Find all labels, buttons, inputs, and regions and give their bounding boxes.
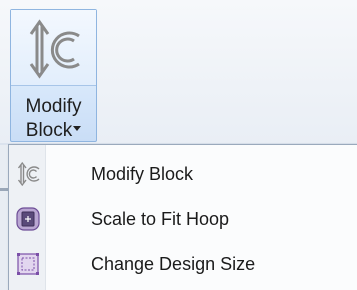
modify-block-button-label-2: Block bbox=[25, 120, 73, 141]
menu-item-change-design-size[interactable]: Change Design Size bbox=[9, 242, 357, 286]
modify-block-ui: Modify Block Modify Block Scale to Fit H… bbox=[0, 0, 357, 290]
menu-item-label: Change Design Size bbox=[91, 254, 256, 274]
change-design-size-icon bbox=[17, 253, 39, 275]
modify-block-button-dropdown[interactable]: Block bbox=[11, 120, 96, 142]
menu-item-modify-block[interactable]: Modify Block bbox=[9, 152, 357, 196]
modify-block-icon bbox=[29, 19, 80, 79]
scale-to-fit-hoop-icon bbox=[16, 207, 40, 231]
modify-block-split-button[interactable]: Modify Block bbox=[10, 9, 97, 142]
caret-down-icon bbox=[73, 126, 82, 132]
modify-block-button-main[interactable] bbox=[11, 10, 96, 86]
modify-block-dropdown-menu: Modify Block Scale to Fit Hoop Change De… bbox=[8, 144, 357, 290]
menu-item-scale-to-fit-hoop[interactable]: Scale to Fit Hoop bbox=[9, 197, 357, 241]
modify-block-button-label: Modify bbox=[25, 96, 82, 117]
menu-item-label: Scale to Fit Hoop bbox=[91, 209, 230, 229]
menu-item-label: Modify Block bbox=[91, 164, 194, 184]
modify-block-icon bbox=[17, 161, 40, 187]
